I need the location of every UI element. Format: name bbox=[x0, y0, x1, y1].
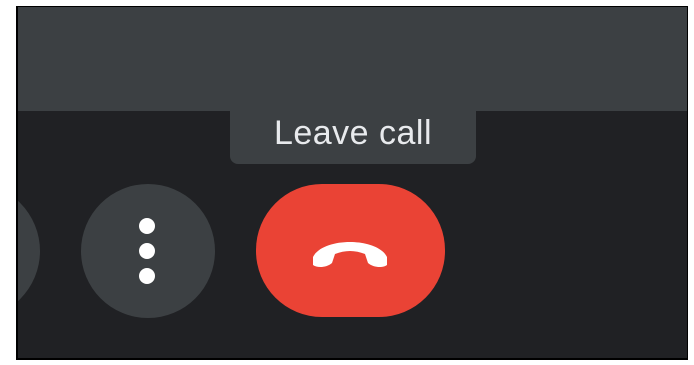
leave-call-button[interactable] bbox=[256, 184, 445, 317]
call-end-icon bbox=[313, 242, 387, 268]
more-vert-dot bbox=[139, 268, 155, 284]
more-vert-dot bbox=[139, 218, 155, 234]
leave-call-tooltip: Leave call bbox=[230, 111, 476, 164]
more-vert-dot bbox=[139, 243, 155, 259]
more-options-button[interactable] bbox=[81, 184, 215, 318]
video-area bbox=[18, 7, 687, 111]
more-vert-icon bbox=[137, 218, 157, 284]
meeting-window: Leave call bbox=[16, 6, 688, 360]
call-controls-bar: Leave call bbox=[18, 111, 687, 358]
partial-control-button[interactable] bbox=[18, 183, 40, 319]
